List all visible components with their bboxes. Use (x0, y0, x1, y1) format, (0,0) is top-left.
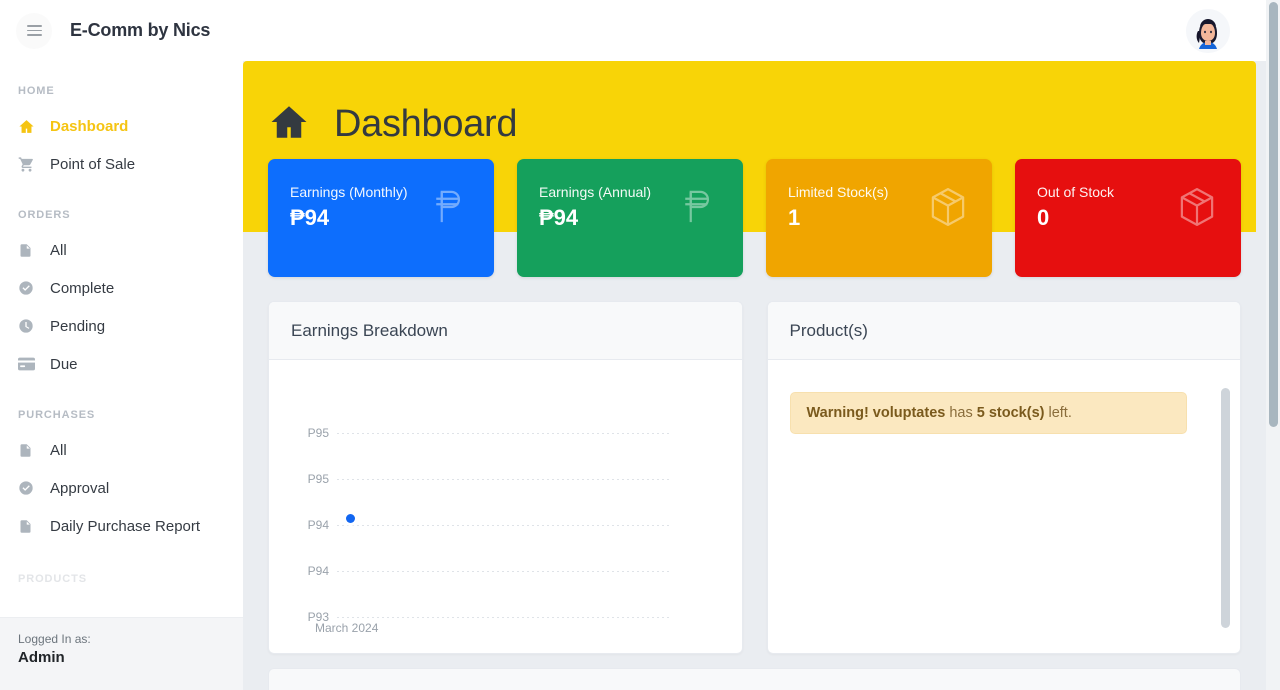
stat-card-label: Earnings (Annual) (539, 184, 652, 200)
sidebar-item-daily-purchase-report[interactable]: Daily Purchase Report (0, 507, 243, 545)
panel-header: Earnings Breakdown (269, 302, 742, 360)
alert-stock-count: 5 stock(s) (976, 405, 1045, 421)
panel-body: P95 P95 P94 P94 P93 March 2024 (269, 360, 742, 653)
earnings-breakdown-panel: Earnings Breakdown P95 P95 P94 P94 P93 M… (268, 301, 743, 654)
avatar-illustration (1186, 9, 1230, 53)
sidebar-item-label: All (50, 241, 67, 259)
brand-title: E-Comm by Nics (70, 20, 211, 40)
home-icon (266, 101, 312, 148)
sidebar-item-orders-pending[interactable]: Pending (0, 307, 243, 345)
chart-ytick-label: P95 (307, 426, 329, 440)
chart-gridline (337, 524, 670, 526)
stock-warning-alert: Warning! voluptates has 5 stock(s) left. (789, 392, 1187, 434)
sidebar-item-purchases-all[interactable]: All (0, 431, 243, 469)
peso-icon (428, 185, 472, 234)
stat-card-label: Limited Stock(s) (788, 184, 889, 200)
logged-in-user: Admin (18, 649, 65, 666)
products-panel: Product(s) Warning! voluptates has 5 sto… (766, 301, 1241, 654)
app-viewport: E-Comm by Nics HOME Dashboard Point of S… (0, 0, 1280, 690)
stat-cards-row: Earnings (Monthly) ₱94 Earnings (Annual)… (268, 159, 1241, 277)
chart-gridline-row: P94 (269, 564, 742, 578)
sidebar-nav: HOME Dashboard Point of Sale ORDERS All (0, 61, 243, 617)
top-navbar: E-Comm by Nics (0, 0, 1266, 61)
chart-ytick-label: P94 (307, 518, 329, 532)
alert-product-name: Warning! voluptates (806, 405, 946, 421)
chart-gridline-row: P94 (269, 518, 742, 532)
cart-icon (18, 156, 44, 173)
panels-row: Earnings Breakdown P95 P95 P94 P94 P93 M… (268, 301, 1241, 654)
sidebar-section-products: PRODUCTS (18, 573, 87, 585)
chart-ytick-label: P94 (307, 564, 329, 578)
sidebar-item-label: Dashboard (50, 117, 129, 135)
bottom-panel-peek (268, 668, 1241, 690)
logged-in-label: Logged In as: (18, 632, 91, 646)
panel-title: Product(s) (789, 320, 868, 340)
sidebar-item-label: Approval (50, 479, 110, 497)
sidebar-item-orders-complete[interactable]: Complete (0, 269, 243, 307)
sidebar-item-label: Complete (50, 279, 115, 297)
panel-body: Warning! voluptates has 5 stock(s) left. (768, 360, 1241, 653)
file-icon (18, 242, 44, 259)
main-content: Dashboard Earnings (Monthly) ₱94 Earning… (243, 61, 1266, 690)
sidebar-item-purchases-approval[interactable]: Approval (0, 469, 243, 507)
file-icon (18, 442, 44, 459)
sidebar-section-orders: ORDERS (18, 209, 71, 221)
sidebar-item-label: Pending (50, 317, 106, 335)
stat-card-label: Earnings (Monthly) (290, 184, 408, 200)
sidebar-item-label: Point of Sale (50, 155, 136, 173)
chart-gridline (337, 570, 670, 572)
panel-header: Product(s) (767, 302, 1240, 360)
stat-card-out-of-stock[interactable]: Out of Stock 0 (1015, 159, 1241, 277)
sidebar: HOME Dashboard Point of Sale ORDERS All (0, 61, 243, 690)
box-icon (1175, 185, 1219, 234)
chart-xtick-label: March 2024 (315, 621, 379, 635)
sidebar-item-dashboard[interactable]: Dashboard (0, 107, 243, 145)
home-icon (18, 118, 44, 135)
alert-middle-text: has (945, 405, 977, 421)
chart-gridline-row: P95 (269, 472, 742, 486)
stat-card-earnings-annual[interactable]: Earnings (Annual) ₱94 (517, 159, 743, 277)
chart-gridline (337, 432, 670, 434)
sidebar-section-home: HOME (18, 85, 55, 97)
chart-ytick-label: P95 (307, 472, 329, 486)
sidebar-section-purchases: PURCHASES (18, 409, 96, 421)
products-scrollbar[interactable] (1221, 388, 1230, 628)
peso-icon (677, 185, 721, 234)
user-avatar[interactable] (1186, 9, 1230, 53)
earnings-line-chart[interactable]: P95 P95 P94 P94 P93 March 2024 (269, 360, 742, 653)
page-scrollbar-thumb[interactable] (1269, 2, 1278, 427)
chart-gridline (337, 478, 670, 480)
chart-gridline-row: P95 (269, 426, 742, 440)
hamburger-icon[interactable] (16, 12, 52, 49)
check-circle-icon (18, 480, 44, 496)
box-icon (926, 185, 970, 234)
clock-icon (18, 318, 44, 334)
page-scrollbar[interactable] (1266, 0, 1280, 690)
sidebar-item-label: Due (50, 355, 78, 373)
sidebar-item-orders-all[interactable]: All (0, 231, 243, 269)
file-icon (18, 518, 44, 535)
page-title: Dashboard (334, 103, 518, 145)
credit-card-icon (18, 357, 44, 371)
chart-gridline (337, 616, 670, 618)
sidebar-footer: Logged In as: Admin (0, 617, 243, 690)
sidebar-item-label: All (50, 441, 67, 459)
stat-card-earnings-monthly[interactable]: Earnings (Monthly) ₱94 (268, 159, 494, 277)
sidebar-item-point-of-sale[interactable]: Point of Sale (0, 145, 243, 183)
sidebar-item-orders-due[interactable]: Due (0, 345, 243, 383)
sidebar-item-label: Daily Purchase Report (50, 517, 201, 535)
panel-title: Earnings Breakdown (291, 320, 448, 340)
stat-card-limited-stock[interactable]: Limited Stock(s) 1 (766, 159, 992, 277)
stat-card-label: Out of Stock (1037, 184, 1115, 200)
page-header: Dashboard (266, 101, 518, 148)
alert-suffix-text: left. (1044, 405, 1072, 421)
hamburger-bars (26, 22, 42, 39)
check-circle-icon (18, 280, 44, 296)
chart-data-point[interactable] (346, 514, 355, 523)
